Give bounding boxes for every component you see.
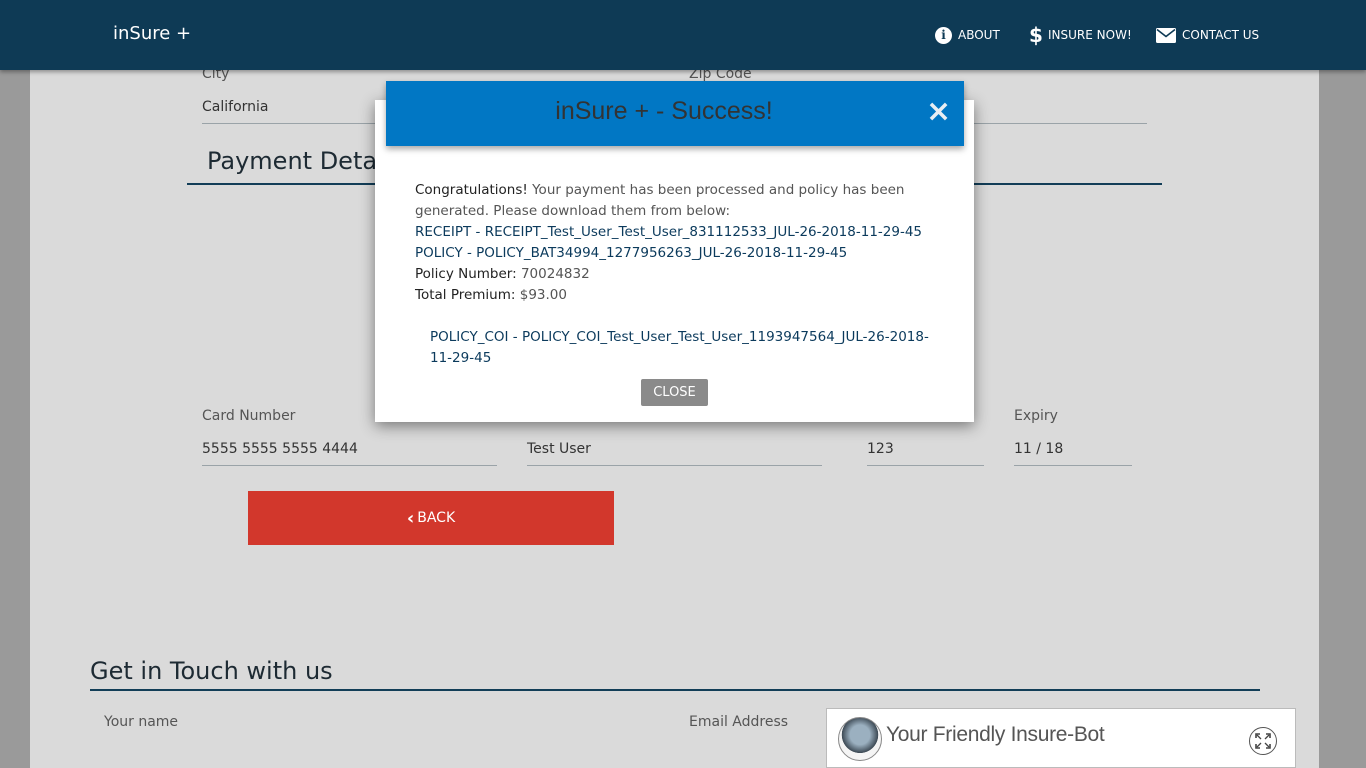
brand-logo[interactable]: inSure + [113,23,191,44]
nav-about-link[interactable]: i ABOUT [935,24,1000,46]
expand-icon[interactable] [1249,727,1277,755]
policy-download-link[interactable]: POLICY - POLICY_BAT34994_1277956263_JUL-… [415,243,955,264]
nav-insure-now-link[interactable]: $ INSURE NOW! [1029,23,1132,47]
modal-close-icon[interactable]: × [926,96,951,128]
total-premium-value: $93.00 [515,287,567,303]
modal-message: Congratulations! Your payment has been p… [415,180,955,222]
envelope-icon [1156,27,1176,43]
back-button-label: BACK [417,510,456,526]
payment-section-rule-left [187,183,377,185]
nav-about-label: ABOUT [958,28,1000,42]
city-field-underline [202,123,382,124]
card-number-label: Card Number [202,408,296,424]
receipt-download-link[interactable]: RECEIPT - RECEIPT_Test_User_Test_User_83… [415,222,955,243]
city-field[interactable]: California [202,99,268,115]
modal-header: inSure + - Success! × [386,81,964,146]
chevron-left-icon: ‹ [406,507,415,529]
email-address-label: Email Address [689,714,789,730]
modal-title: inSure + - Success! [555,97,773,125]
expiry-underline [1014,465,1132,466]
cvv-underline [867,465,984,466]
expiry-label: Expiry [1014,408,1058,424]
card-name-underline [527,465,822,466]
navbar: inSure + i ABOUT $ INSURE NOW! CONTACT U… [0,0,1366,70]
payment-section-rule-right [974,183,1162,185]
back-button[interactable]: ‹ BACK [248,491,614,545]
card-name-field[interactable]: Test User [527,441,591,457]
chatbot-title: Your Friendly Insure-Bot [886,723,1105,746]
dollar-icon: $ [1029,23,1043,47]
card-number-underline [202,465,497,466]
policy-number-row: Policy Number: 70024832 [415,264,955,285]
policy-number-value: 70024832 [516,266,590,282]
your-name-label: Your name [104,714,179,730]
congrats-text: Congratulations! [415,182,528,198]
info-icon: i [935,26,952,44]
chatbot-widget[interactable]: Your Friendly Insure-Bot [826,708,1296,768]
policy-number-label: Policy Number: [415,266,517,282]
payment-detail-heading: Payment Detail [207,147,391,175]
expiry-field[interactable]: 11 / 18 [1014,441,1063,457]
zip-field-underline [974,123,1147,124]
total-premium-label: Total Premium: [415,287,516,303]
nav-contact-link[interactable]: CONTACT US [1156,24,1259,46]
coi-download-link[interactable]: POLICY_COI - POLICY_COI_Test_User_Test_U… [430,327,930,369]
nav-insure-now-label: INSURE NOW! [1048,28,1132,42]
nav-contact-label: CONTACT US [1182,28,1260,42]
total-premium-row: Total Premium: $93.00 [415,285,955,306]
get-in-touch-heading: Get in Touch with us [90,657,333,685]
modal-close-button[interactable]: CLOSE [641,379,708,406]
bot-avatar [838,717,882,761]
card-number-field[interactable]: 5555 5555 5555 4444 [202,441,358,457]
cvv-field[interactable]: 123 [867,441,894,457]
contact-section-rule [90,689,1260,691]
modal-body: Congratulations! Your payment has been p… [415,180,955,306]
